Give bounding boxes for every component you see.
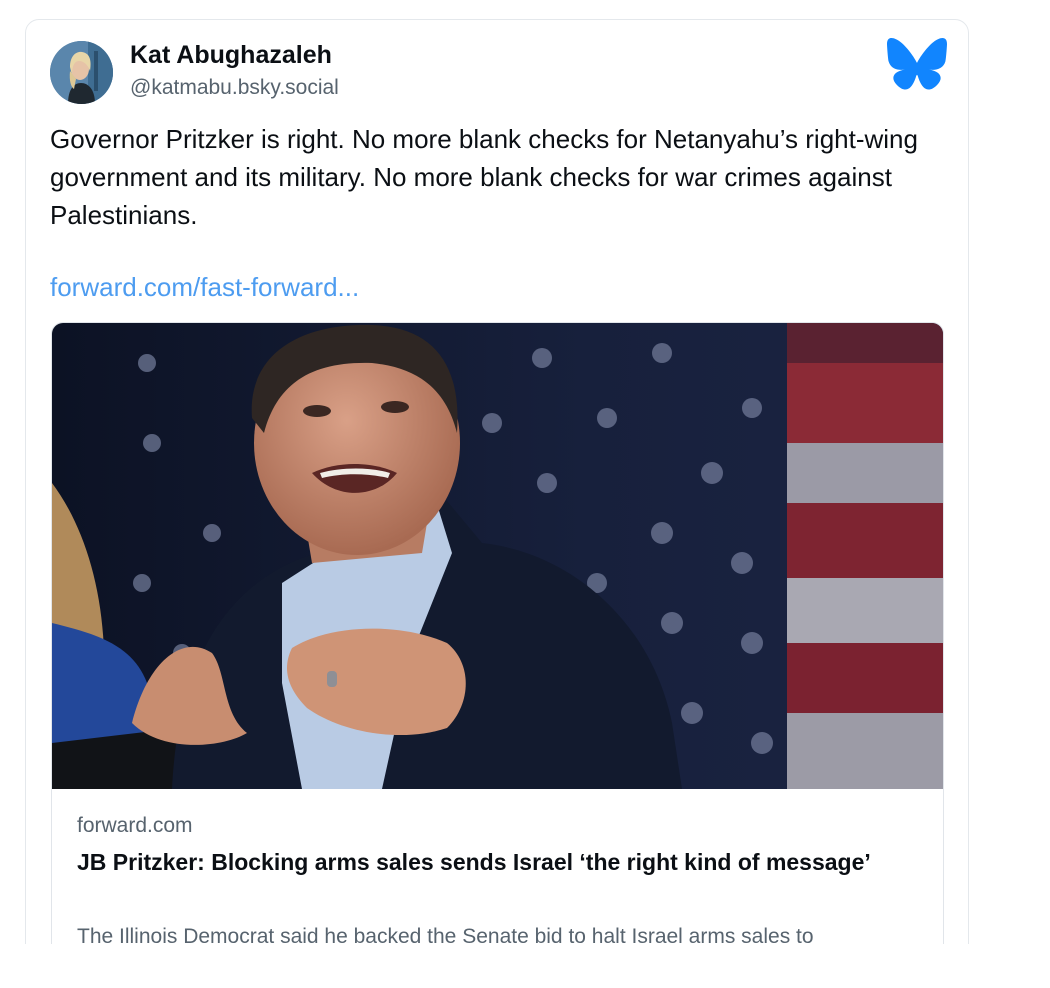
bluesky-butterfly-icon[interactable] (887, 38, 947, 91)
author-handle[interactable]: @katmabu.bsky.social (130, 76, 339, 100)
post-text: Governor Pritzker is right. No more blan… (50, 124, 918, 230)
link-preview-card[interactable]: forward.com JB Pritzker: Blocking arms s… (51, 322, 944, 982)
author-display-name[interactable]: Kat Abughazaleh (130, 41, 332, 70)
avatar-photo (50, 41, 113, 104)
author-avatar[interactable] (50, 41, 113, 104)
article-photo[interactable] (52, 323, 943, 789)
post-link[interactable]: forward.com/fast-forward... (50, 272, 359, 303)
embed-domain: forward.com (77, 814, 193, 837)
embed-title[interactable]: JB Pritzker: Blocking arms sales sends I… (77, 843, 877, 881)
viewport-bottom (0, 944, 1050, 988)
